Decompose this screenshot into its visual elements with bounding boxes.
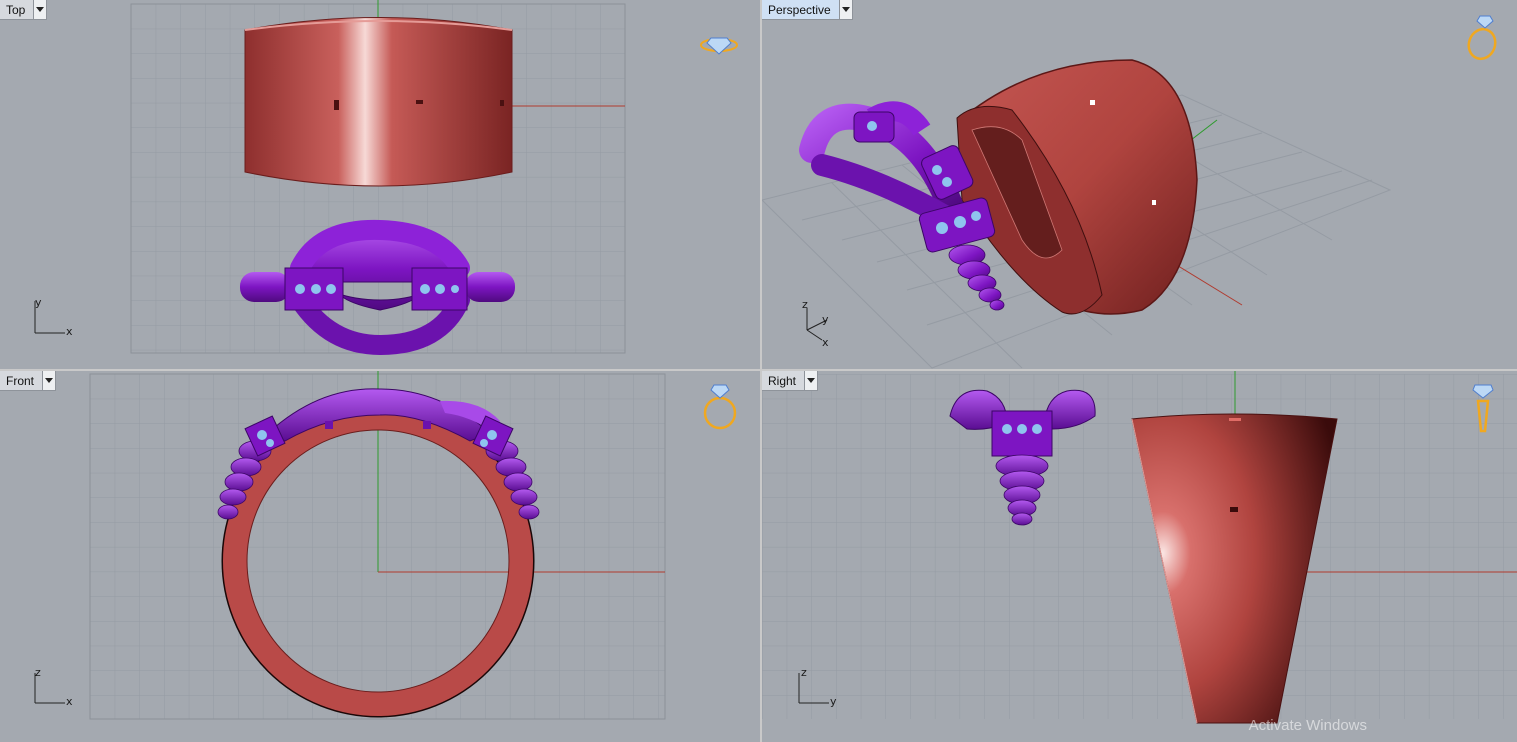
perspective-view-scene [762,59,1392,369]
front-view-scene [89,371,666,720]
right-view-icon[interactable] [1470,381,1496,436]
top-view-icon[interactable] [698,30,740,56]
viewport-title: Right [768,373,797,388]
viewport-menu-dropdown[interactable] [33,0,47,19]
axis-label-v: z [35,666,41,679]
axis-label-x: x [822,336,829,349]
viewport-menu-dropdown[interactable] [804,371,818,390]
perspective-view-icon[interactable] [1462,14,1502,62]
activate-windows-watermark: Activate Windows [1248,717,1367,734]
axis-label-v: z [801,666,807,679]
top-view-scene [130,0,626,356]
viewport-front[interactable]: Front z x [0,371,760,742]
viewport-right[interactable]: Right z y Activate Windows [762,371,1517,742]
axis-label-v: y [35,296,42,309]
viewport-perspective[interactable]: Perspective z y x [762,0,1517,369]
viewport-title: Perspective [768,2,831,17]
viewport-tab-front[interactable]: Front [0,371,57,391]
axis-label-h: x [66,695,73,708]
viewport-title: Top [6,2,26,17]
right-view-scene [762,371,1517,724]
rhino-workspace: Top y x Perspective z y x Front z x Righ… [0,0,1517,742]
viewport-title: Front [6,373,35,388]
axis-label-z: z [802,298,808,311]
viewport-tab-top[interactable]: Top [0,0,48,20]
axis-label-y: y [822,313,829,326]
viewport-tab-right[interactable]: Right [762,371,819,391]
viewport-tab-perspective[interactable]: Perspective [762,0,853,20]
viewport-menu-dropdown[interactable] [838,0,852,19]
viewport-menu-dropdown[interactable] [42,371,56,390]
ring-band-perspective [956,59,1198,315]
ring-band-top [244,17,513,187]
axis-label-h: y [830,695,837,708]
front-view-icon[interactable] [700,381,740,433]
viewport-top[interactable]: Top y x [0,0,760,369]
axis-label-h: x [66,325,73,338]
